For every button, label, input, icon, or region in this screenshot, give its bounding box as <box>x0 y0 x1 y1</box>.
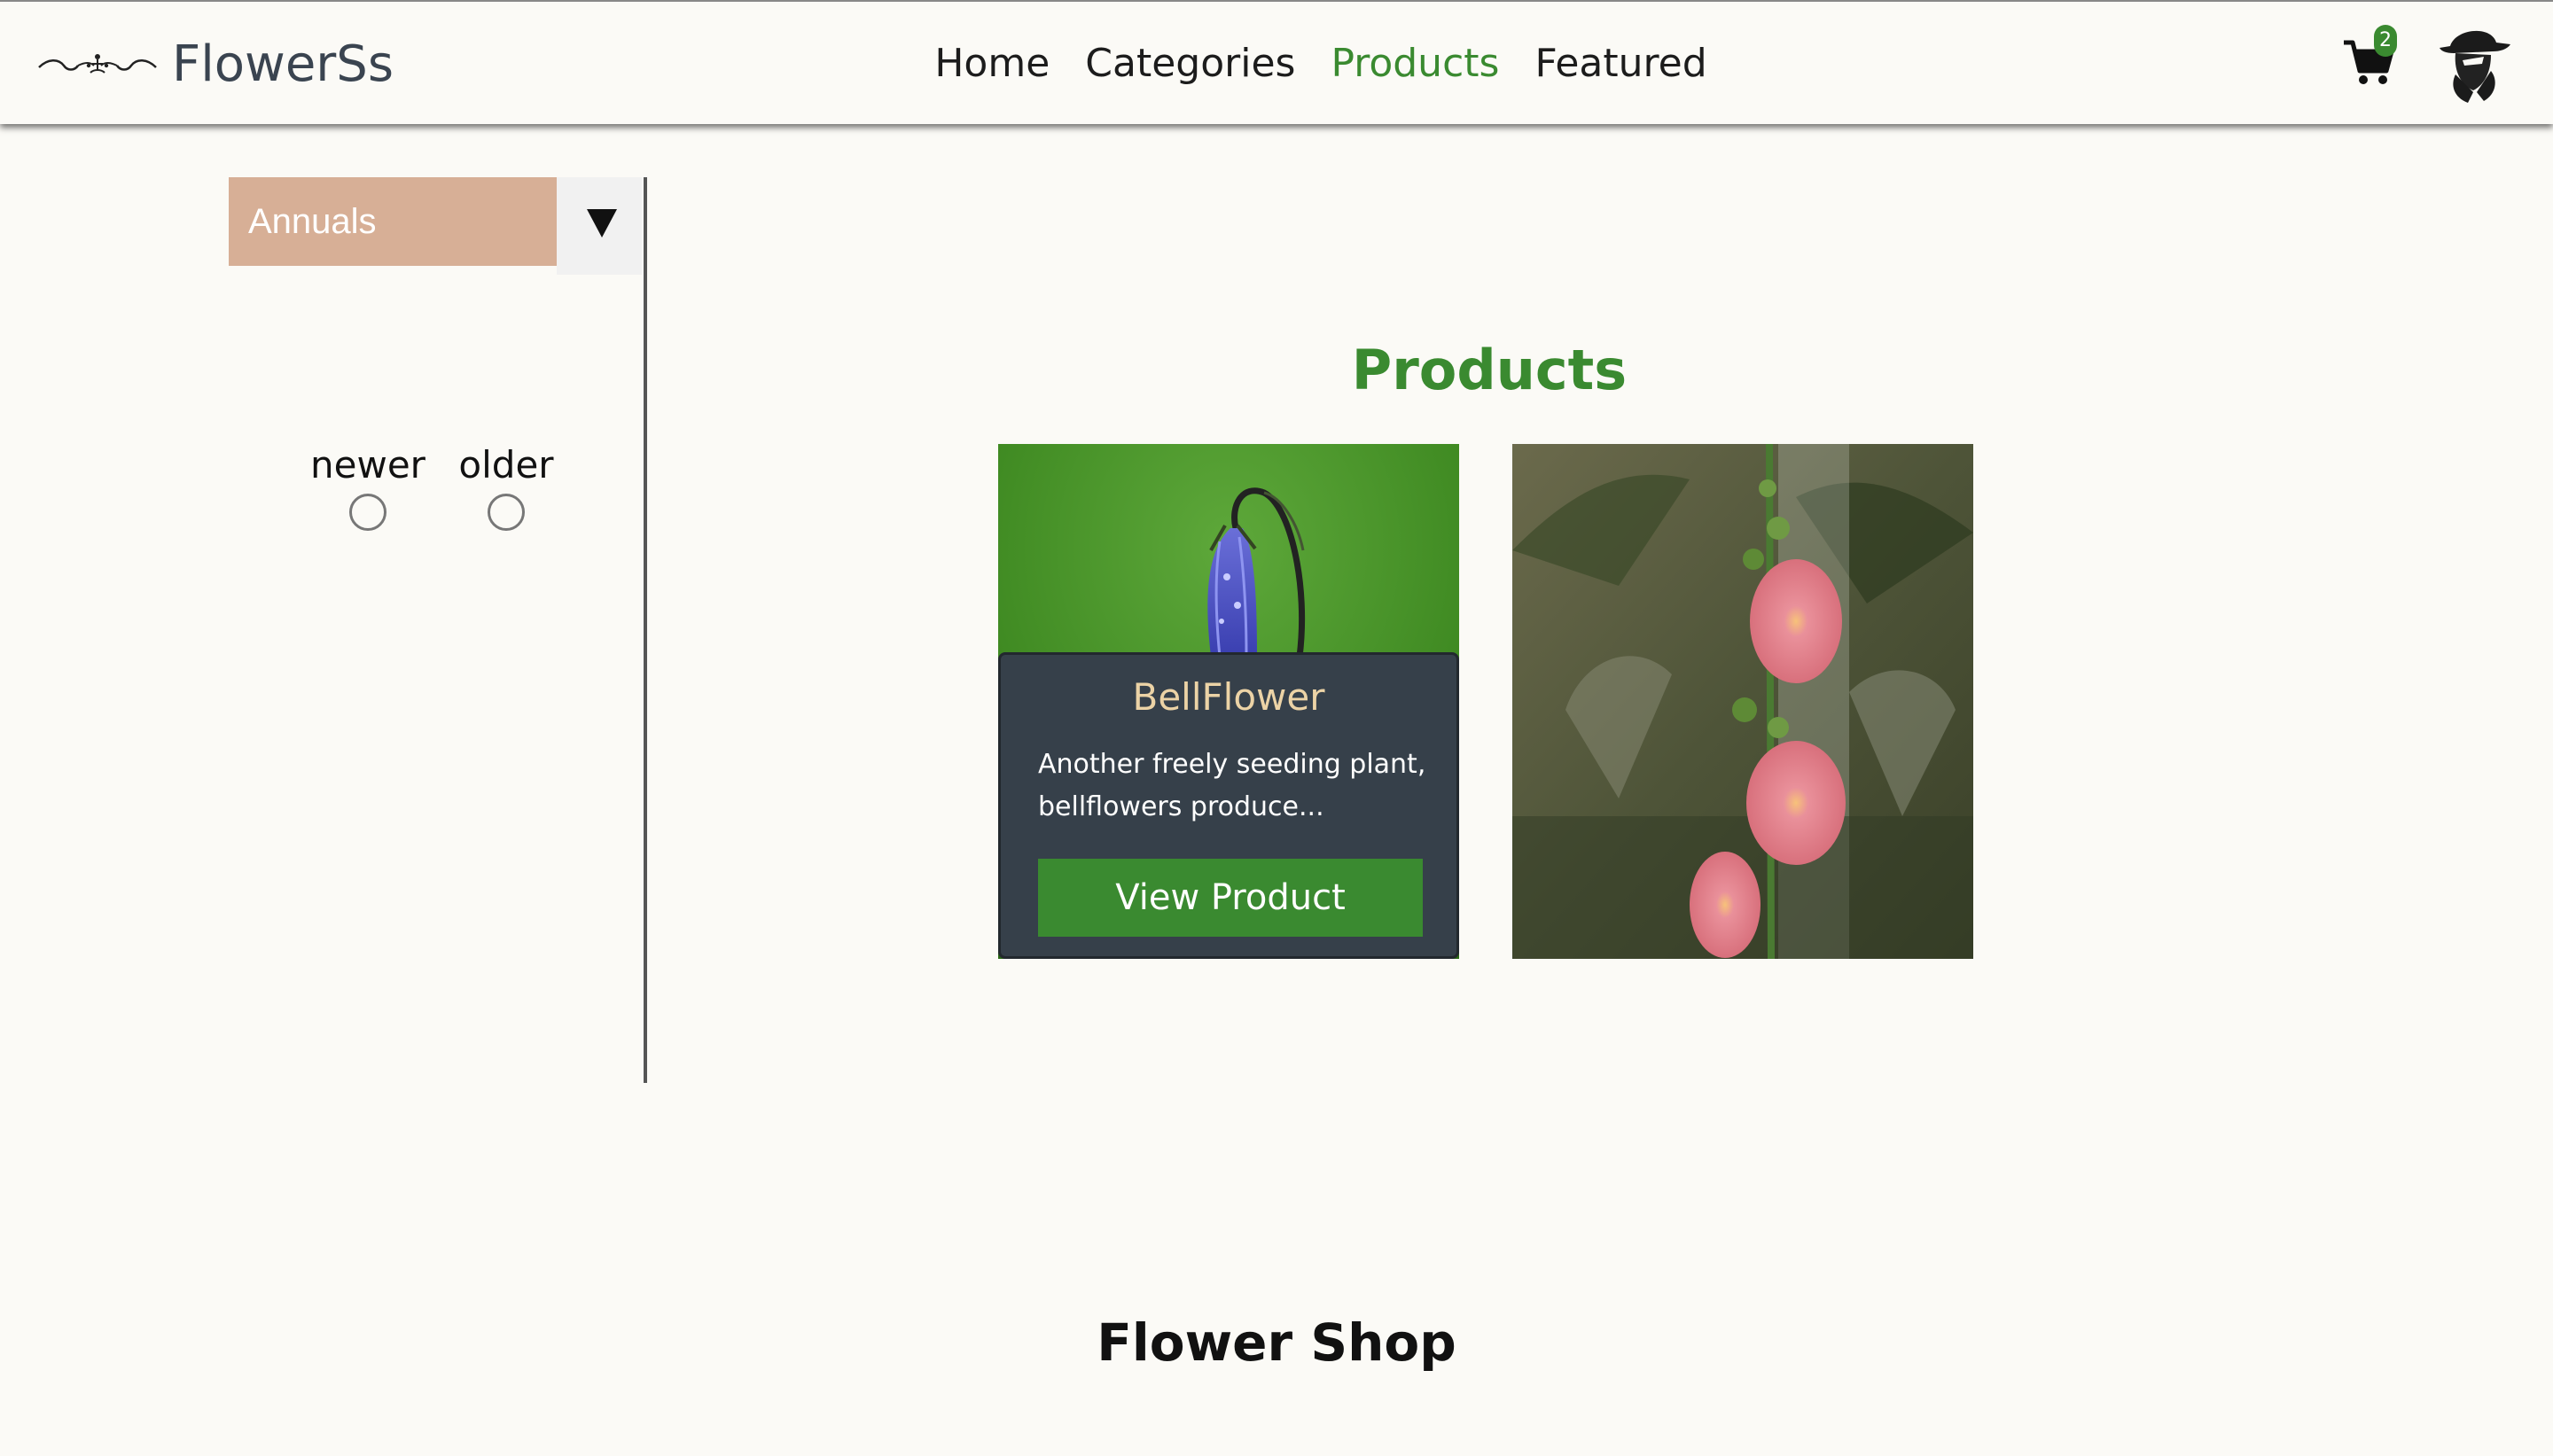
cart-count-badge: 2 <box>2374 25 2397 57</box>
product-card[interactable]: BellFlower Another freely seeding plant,… <box>998 444 1459 959</box>
radio-older[interactable] <box>488 494 525 531</box>
nav-products[interactable]: Products <box>1331 37 1499 90</box>
hollyhock-photo <box>1512 444 1973 959</box>
brand-logo[interactable]: FlowerSs <box>37 27 394 101</box>
product-card[interactable] <box>1512 444 1973 959</box>
nav-home[interactable]: Home <box>934 37 1050 90</box>
product-name: BellFlower <box>1132 675 1325 719</box>
brand-name: FlowerSs <box>172 35 394 93</box>
sort-option-older[interactable]: older <box>440 439 573 531</box>
cart-button[interactable]: 2 <box>2340 25 2397 90</box>
filter-sidebar <box>0 177 649 1083</box>
product-info-panel: BellFlower Another freely seeding plant,… <box>998 652 1459 959</box>
page-title: Products <box>1351 338 1628 402</box>
category-select[interactable]: Annuals <box>229 177 557 266</box>
sort-label-older: older <box>458 443 554 487</box>
product-description: Another freely seeding plant, bellflower… <box>1038 749 1426 822</box>
nav-featured[interactable]: Featured <box>1534 37 1706 90</box>
nav-categories[interactable]: Categories <box>1085 37 1295 90</box>
user-avatar-icon <box>2440 30 2510 103</box>
flourish-ornament-icon <box>38 54 157 74</box>
top-navbar: FlowerSs Home Categories Products Featur… <box>0 0 2553 124</box>
user-avatar[interactable] <box>2429 21 2518 106</box>
sort-label-newer: newer <box>310 443 426 487</box>
sidebar-divider <box>644 177 647 1083</box>
sort-radio-group: newer older <box>301 439 585 536</box>
footer-title: Flower Shop <box>1097 1312 1456 1373</box>
sort-option-newer[interactable]: newer <box>301 439 434 531</box>
radio-newer[interactable] <box>349 494 386 531</box>
triangle-down-icon <box>587 209 617 237</box>
view-product-button[interactable]: View Product <box>1038 859 1423 937</box>
category-select-toggle[interactable] <box>557 177 642 275</box>
